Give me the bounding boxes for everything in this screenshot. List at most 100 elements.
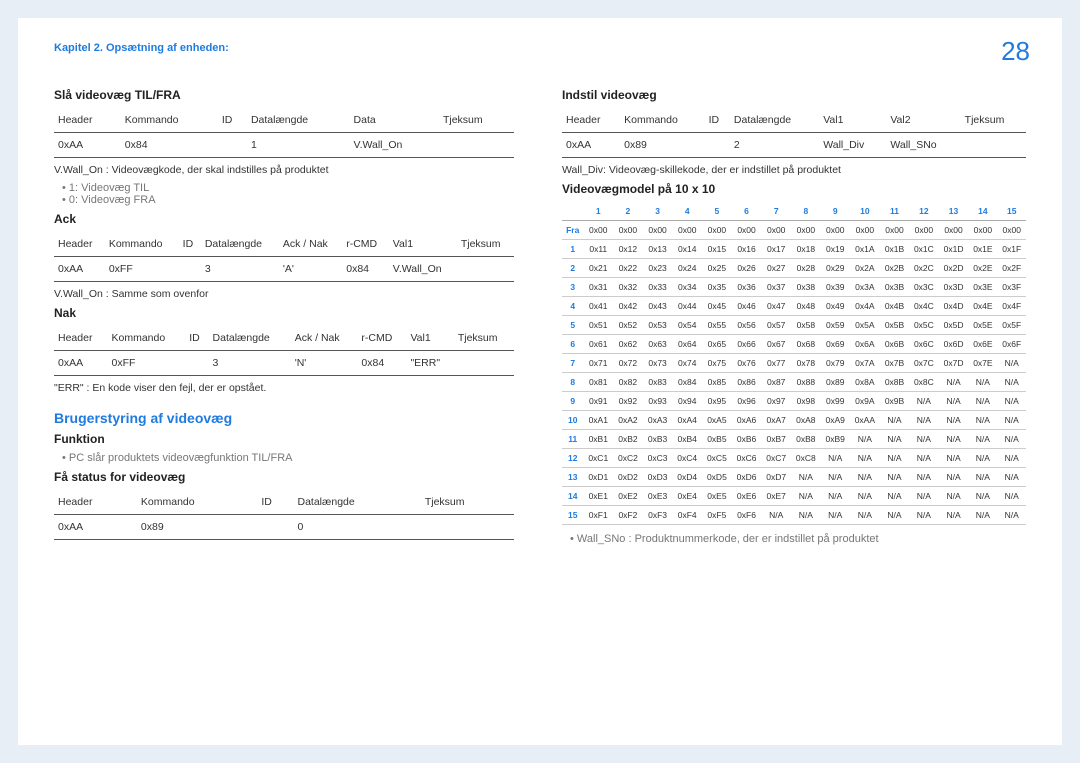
note: Wall_Div: Videovæg-skillekode, der er in… xyxy=(562,164,1026,176)
table-cell xyxy=(218,133,247,158)
model-cell: 0x24 xyxy=(672,259,702,278)
model-cell: 0x33 xyxy=(643,278,673,297)
model-cell: 0x34 xyxy=(672,278,702,297)
note: V.Wall_On : Samme som ovenfor xyxy=(54,288,514,300)
model-cell: 0x75 xyxy=(702,354,732,373)
cmd-table-nak: HeaderKommandoIDDatalængdeAck / Nakr-CMD… xyxy=(54,326,514,376)
model-cell: 0xE1 xyxy=(583,487,613,506)
note: V.Wall_On : Videovægkode, der skal indst… xyxy=(54,164,514,176)
model-cell: 0xB2 xyxy=(613,430,643,449)
model-cell: 0xA1 xyxy=(583,411,613,430)
table-cell: 2 xyxy=(730,133,819,158)
model-cell: 0x7A xyxy=(850,354,880,373)
model-row-header: 15 xyxy=(562,506,583,525)
model-cell: 0x14 xyxy=(672,240,702,259)
model-cell: 0x22 xyxy=(613,259,643,278)
model-cell: 0x95 xyxy=(702,392,732,411)
table-cell: "ERR" xyxy=(406,351,453,376)
model-cell: N/A xyxy=(821,468,850,487)
model-cell: 0x2D xyxy=(939,259,969,278)
model-cell: 0x1E xyxy=(968,240,997,259)
model-cell: 0x4F xyxy=(997,297,1026,316)
model-row-header: 14 xyxy=(562,487,583,506)
model-cell: N/A xyxy=(939,468,969,487)
model-cell: 0x96 xyxy=(732,392,762,411)
model-cell: N/A xyxy=(791,468,821,487)
model-cell: 0xE2 xyxy=(613,487,643,506)
model-cell: 0x1A xyxy=(850,240,880,259)
table-header: Kommando xyxy=(137,490,257,515)
model-cell: 0x32 xyxy=(613,278,643,297)
model-col-header: 14 xyxy=(968,202,997,221)
model-cell: 0x2B xyxy=(880,259,909,278)
model-cell: 0x5C xyxy=(909,316,939,335)
model-cell: 0x76 xyxy=(732,354,762,373)
model-cell: 0x1F xyxy=(997,240,1026,259)
table-cell: 'N' xyxy=(291,351,358,376)
model-cell: N/A xyxy=(850,430,880,449)
model-cell: 0xF1 xyxy=(583,506,613,525)
model-cell: 0x63 xyxy=(643,335,673,354)
model-cell: 0x67 xyxy=(761,335,791,354)
table-header: ID xyxy=(185,326,208,351)
model-cell: 0x41 xyxy=(583,297,613,316)
model-row-header: 10 xyxy=(562,411,583,430)
model-row-header: 9 xyxy=(562,392,583,411)
model-cell: 0x73 xyxy=(643,354,673,373)
table-cell xyxy=(454,351,514,376)
model-cell: 0x77 xyxy=(761,354,791,373)
table-header: Datalængde xyxy=(247,108,350,133)
model-cell: 0x4D xyxy=(939,297,969,316)
model-cell: 0x3A xyxy=(850,278,880,297)
model-cell: 0x37 xyxy=(761,278,791,297)
model-cell: N/A xyxy=(850,468,880,487)
table-cell xyxy=(457,257,514,282)
model-cell: 0x00 xyxy=(761,221,791,240)
model-cell: 0xD3 xyxy=(643,468,673,487)
model-cell: 0x00 xyxy=(850,221,880,240)
table-header: Tjeksum xyxy=(421,490,514,515)
model-col-header: 4 xyxy=(672,202,702,221)
model-cell: 0xD4 xyxy=(672,468,702,487)
table-header: r-CMD xyxy=(357,326,406,351)
model-cell: N/A xyxy=(821,506,850,525)
breadcrumb: Kapitel 2. Opsætning af enheden: xyxy=(54,42,1026,54)
model-cell: N/A xyxy=(997,468,1026,487)
model-cell: 0xA9 xyxy=(821,411,850,430)
model-row-header: 2 xyxy=(562,259,583,278)
model-cell: 0x87 xyxy=(761,373,791,392)
model-row-header: 3 xyxy=(562,278,583,297)
model-cell: 0x28 xyxy=(791,259,821,278)
model-cell: 0x5B xyxy=(880,316,909,335)
model-cell: N/A xyxy=(968,373,997,392)
section-title: Slå videovæg TIL/FRA xyxy=(54,88,514,102)
model-cell: 0xC2 xyxy=(613,449,643,468)
model-cell: 0x49 xyxy=(821,297,850,316)
cmd-table-status: HeaderKommandoIDDatalængdeTjeksum0xAA0x8… xyxy=(54,490,514,540)
model-cell: 0x92 xyxy=(613,392,643,411)
model-cell: 0x61 xyxy=(583,335,613,354)
model-cell: 0x88 xyxy=(791,373,821,392)
model-cell: 0x55 xyxy=(702,316,732,335)
table-cell xyxy=(705,133,730,158)
table-cell: 0x84 xyxy=(357,351,406,376)
bullet-item: PC slår produktets videovægfunktion TIL/… xyxy=(62,452,514,464)
model-cell: 0x2C xyxy=(909,259,939,278)
model-cell: N/A xyxy=(880,468,909,487)
model-cell: 0x00 xyxy=(997,221,1026,240)
table-cell: V.Wall_On xyxy=(389,257,457,282)
nak-title: Nak xyxy=(54,306,514,320)
model-row-header: Fra xyxy=(562,221,583,240)
model-cell: 0x7D xyxy=(939,354,969,373)
model-cell: N/A xyxy=(939,487,969,506)
model-cell: 0x3E xyxy=(968,278,997,297)
model-cell: 0x45 xyxy=(702,297,732,316)
model-cell: N/A xyxy=(997,506,1026,525)
model-cell: 0x47 xyxy=(761,297,791,316)
model-cell: 0xA8 xyxy=(791,411,821,430)
model-row-header: 5 xyxy=(562,316,583,335)
model-cell: 0x15 xyxy=(702,240,732,259)
model-row-header: 8 xyxy=(562,373,583,392)
table-cell: V.Wall_On xyxy=(350,133,439,158)
model-cell: 0x4C xyxy=(909,297,939,316)
